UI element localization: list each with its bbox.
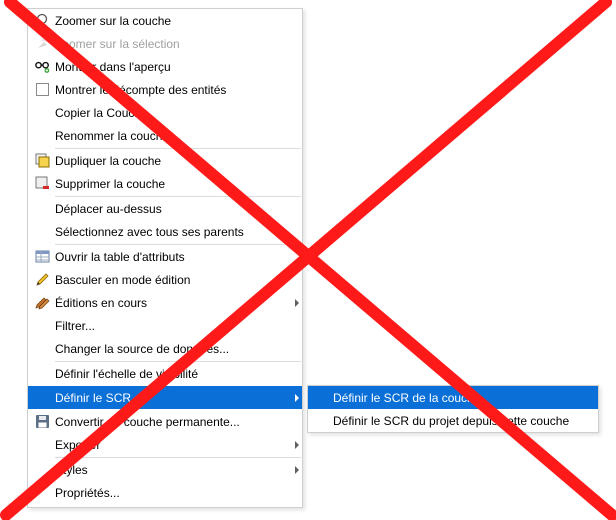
menu-item-label: Basculer en mode édition	[55, 272, 191, 287]
menu-item-filter[interactable]: Filtrer...	[28, 314, 302, 337]
submenu-arrow-icon	[295, 394, 299, 402]
menu-item-select-with-parents[interactable]: Sélectionnez avec tous ses parents	[28, 220, 302, 243]
menu-item-label: Filtrer...	[55, 318, 96, 333]
menu-item-properties[interactable]: Propriétés...	[28, 481, 302, 504]
menu-item-label: Définir le SCR	[55, 390, 132, 405]
submenu-arrow-icon	[295, 299, 299, 307]
menu-item-copy-layer[interactable]: Copier la Couche	[28, 101, 302, 124]
menu-item-zoom-to-selection[interactable]: Zoomer sur la sélection	[28, 32, 302, 55]
menu-item-label: Définir l'échelle de visibilité	[55, 366, 199, 381]
submenu-item-label: Définir le SCR du projet depuis cette co…	[333, 413, 570, 428]
menu-item-label: Déplacer au-dessus	[55, 201, 162, 216]
menu-item-rename-layer[interactable]: Renommer la couche	[28, 124, 302, 147]
menu-item-label: Supprimer la couche	[55, 176, 166, 191]
menu-item-styles[interactable]: Styles	[28, 458, 302, 481]
menu-item-label: Zoomer sur la couche	[55, 13, 172, 28]
menu-item-zoom-to-layer[interactable]: Zoomer sur la couche	[28, 9, 302, 32]
submenu-item-set-project-crs-from-layer[interactable]: Définir le SCR du projet depuis cette co…	[308, 409, 598, 432]
menu-item-label: Sélectionnez avec tous ses parents	[55, 224, 244, 239]
remove-layer-icon	[35, 176, 50, 191]
submenu-item-set-layer-crs[interactable]: Définir le SCR de la couche	[308, 386, 598, 409]
menu-item-duplicate-layer[interactable]: Dupliquer la couche	[28, 149, 302, 172]
menu-item-remove-layer[interactable]: Supprimer la couche	[28, 172, 302, 195]
menu-item-label: Copier la Couche	[55, 105, 148, 120]
menu-item-label: Ouvrir la table d'attributs	[55, 249, 185, 264]
checkbox-icon[interactable]	[35, 82, 50, 97]
save-icon	[35, 414, 50, 429]
menu-item-label: Éditions en cours	[55, 295, 148, 310]
menu-item-export[interactable]: Exporter	[28, 433, 302, 456]
submenu-arrow-icon	[295, 441, 299, 449]
submenu-item-label: Définir le SCR de la couche	[333, 390, 481, 405]
menu-item-open-attribute-table[interactable]: Ouvrir la table d'attributs	[28, 245, 302, 268]
attribute-table-icon	[35, 249, 50, 264]
pencil-icon	[35, 272, 50, 287]
duplicate-layer-icon	[35, 153, 50, 168]
menu-item-set-scale-visibility[interactable]: Définir l'échelle de visibilité	[28, 362, 302, 385]
menu-item-show-feature-count[interactable]: Montrer le décompte des entités	[28, 78, 302, 101]
menu-item-move-to-top[interactable]: Déplacer au-dessus	[28, 197, 302, 220]
menu-item-set-crs[interactable]: Définir le SCR	[28, 386, 302, 409]
zoom-selection-icon	[35, 36, 50, 51]
pencils-icon	[35, 295, 50, 310]
overview-glasses-icon	[35, 59, 50, 74]
zoom-icon	[35, 13, 50, 28]
menu-item-label: Zoomer sur la sélection	[55, 36, 180, 51]
submenu-arrow-icon	[295, 466, 299, 474]
menu-item-current-edits[interactable]: Éditions en cours	[28, 291, 302, 314]
menu-item-make-permanent[interactable]: Convertir en couche permanente...	[28, 410, 302, 433]
menu-item-change-data-source[interactable]: Changer la source de données...	[28, 337, 302, 360]
menu-item-show-in-overview[interactable]: Montrer dans l'aperçu	[28, 55, 302, 78]
menu-item-label: Changer la source de données...	[55, 341, 230, 356]
menu-item-toggle-editing[interactable]: Basculer en mode édition	[28, 268, 302, 291]
menu-item-label: Styles	[55, 462, 88, 477]
menu-item-label: Montrer le décompte des entités	[55, 82, 227, 97]
menu-item-label: Montrer dans l'aperçu	[55, 59, 171, 74]
layer-context-menu: Zoomer sur la couche Zoomer sur la sélec…	[27, 8, 303, 508]
set-crs-submenu: Définir le SCR de la couche Définir le S…	[307, 385, 599, 433]
menu-item-label: Propriétés...	[55, 485, 120, 500]
menu-item-label: Renommer la couche	[55, 128, 170, 143]
menu-item-label: Convertir en couche permanente...	[55, 414, 240, 429]
menu-item-label: Dupliquer la couche	[55, 153, 162, 168]
menu-item-label: Exporter	[55, 437, 101, 452]
